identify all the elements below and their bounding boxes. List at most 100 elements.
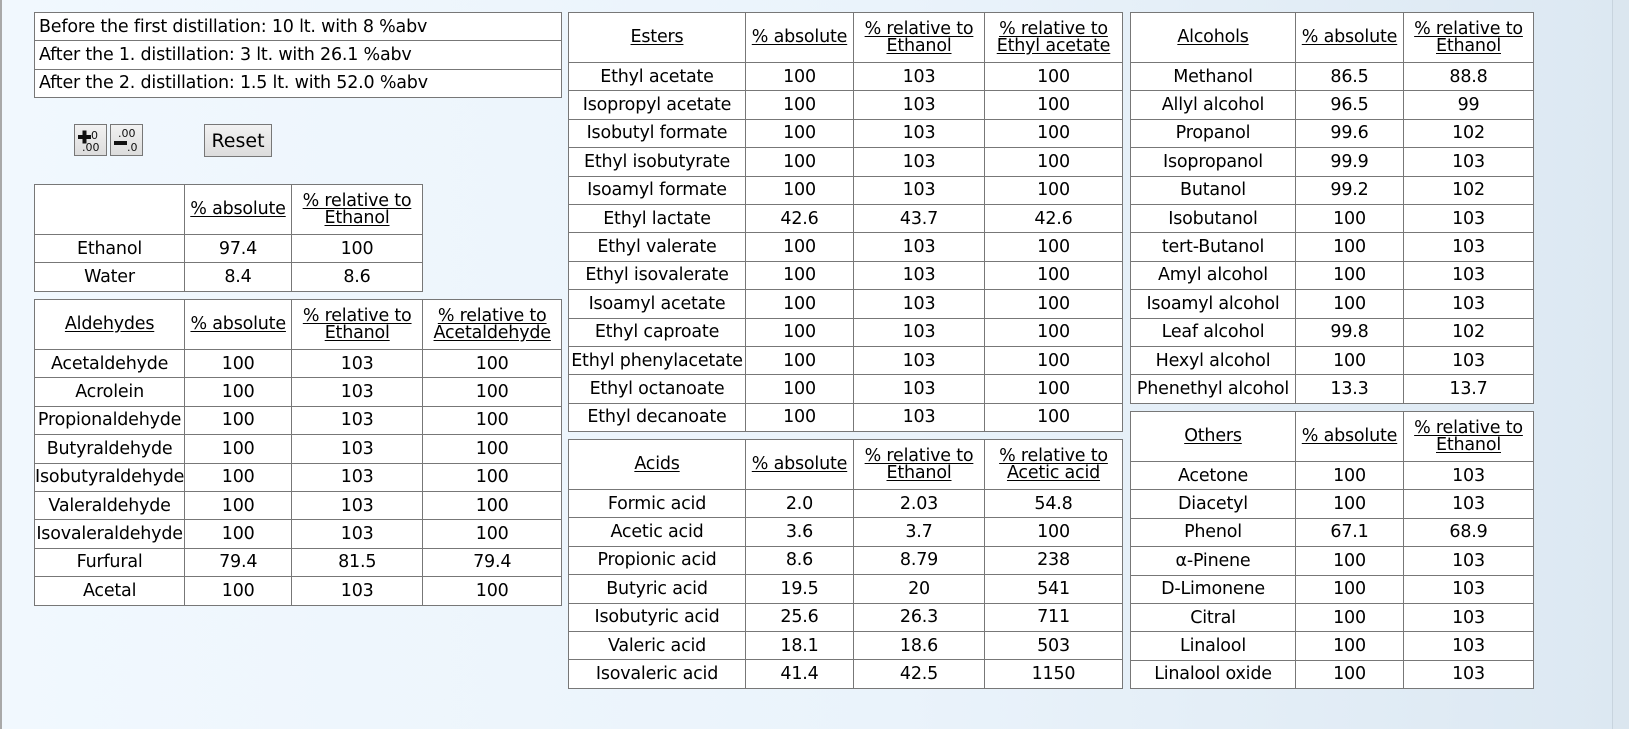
compound-name-cell: Acetal	[33, 576, 186, 606]
table-row: Phenol 67.1 68.9	[1130, 517, 1534, 548]
value-cell: 100	[984, 289, 1123, 319]
sort-absolute-header[interactable]: % absolute	[1295, 411, 1404, 462]
table-row: tert-Butanol 100 103	[1130, 232, 1534, 262]
compound-name-cell: Phenethyl alcohol	[1130, 374, 1296, 404]
table-row: Leaf alcohol 99.8 102	[1130, 317, 1534, 347]
info-row: After the 2. distillation: 1.5 lt. with …	[34, 68, 562, 99]
others-table: Others % absolute % relative to Ethanol A…	[1130, 411, 1534, 690]
value-cell: 711	[984, 602, 1123, 632]
header-row: Alcohols % absolute % relative to Ethanol	[1130, 12, 1534, 63]
sort-name-header[interactable]: Aldehydes	[33, 299, 186, 350]
value-cell: 100	[1295, 345, 1404, 376]
table-row: Ethyl valerate 100 103 100	[568, 232, 1123, 262]
compound-name-cell: Isobutanol	[1130, 203, 1296, 234]
value-cell: 81.5	[291, 547, 424, 578]
sort-name-header[interactable]: Alcohols	[1130, 12, 1296, 63]
sort-name-header[interactable]: Esters	[568, 12, 746, 63]
table-row: Linalool 100 103	[1130, 631, 1534, 661]
value-cell: 100	[184, 576, 293, 606]
compound-name-cell: Allyl alcohol	[1130, 90, 1296, 120]
value-cell: 100	[745, 118, 854, 149]
compound-name-cell: Ethyl caproate	[568, 317, 746, 347]
table-row: Isovaleraldehyde 100 103 100	[33, 519, 563, 549]
header-row: Esters % absolute % relative to Ethanol %…	[568, 12, 1123, 63]
window-right-edge	[1612, 0, 1629, 729]
table-row: Amyl alcohol 100 103	[1130, 260, 1534, 291]
table-row: Acetal 100 103 100	[33, 576, 563, 606]
compound-name-cell: Propionaldehyde	[33, 405, 186, 436]
increase-decimals-button[interactable]: 0 .00	[74, 124, 107, 156]
value-cell: 103	[1403, 460, 1534, 491]
sort-relative-ethanol-header[interactable]: % relative to Ethanol	[291, 184, 423, 235]
sort-relative-ethanol-header[interactable]: % relative to Ethanol	[291, 299, 424, 350]
sort-relative-ethanol-header[interactable]: % relative to Ethanol	[853, 439, 985, 490]
decrease-decimals-button[interactable]: .00 .0	[110, 124, 143, 156]
value-cell: 25.6	[745, 602, 854, 632]
aldehydes-table: Aldehydes % absolute % relative to Ethano…	[33, 299, 563, 606]
value-cell: 103	[853, 118, 985, 149]
value-cell: 100	[984, 345, 1123, 376]
header-row: Acids % absolute % relative to Ethanol % …	[568, 439, 1123, 490]
compound-name-cell: Valeraldehyde	[33, 490, 186, 521]
value-cell: 100	[422, 519, 563, 549]
value-cell: 100	[1295, 659, 1404, 690]
sort-relative-ethyl-acetate-header[interactable]: % relative to Ethyl acetate	[984, 12, 1123, 63]
sort-relative-ethanol-header[interactable]: % relative to Ethanol	[853, 12, 985, 63]
value-cell: 100	[984, 61, 1123, 92]
sort-absolute-header[interactable]: % absolute	[1295, 12, 1404, 63]
value-cell: 100	[1295, 260, 1404, 291]
sort-name-header[interactable]: Others	[1130, 411, 1296, 462]
sort-absolute-header[interactable]: % absolute	[745, 12, 854, 63]
value-cell: 103	[1403, 260, 1534, 291]
value-cell: 100	[422, 462, 563, 492]
value-cell: 541	[984, 574, 1123, 604]
value-cell: 100	[422, 377, 563, 407]
value-cell: 18.1	[745, 630, 854, 661]
value-cell: 100	[184, 377, 293, 407]
value-cell: 100	[422, 490, 563, 521]
sort-relative-acetic-acid-header[interactable]: % relative to Acetic acid	[984, 439, 1123, 490]
value-cell: 103	[1403, 489, 1534, 519]
compound-name-cell: Propanol	[1130, 118, 1296, 149]
value-cell: 8.6	[745, 545, 854, 576]
info-after-second: After the 2. distillation: 1.5 lt. with …	[34, 68, 562, 99]
value-cell: 100	[422, 576, 563, 606]
value-cell: 96.5	[1295, 90, 1404, 120]
sort-absolute-header[interactable]: % absolute	[184, 299, 293, 350]
sort-relative-ethanol-header[interactable]: % relative to Ethanol	[1403, 411, 1534, 462]
table-row: α-Pinene 100 103	[1130, 546, 1534, 576]
table-row: Isoamyl acetate 100 103 100	[568, 289, 1123, 319]
value-cell: 103	[853, 147, 985, 177]
sort-relative-ethanol-header[interactable]: % relative to Ethanol	[1403, 12, 1534, 63]
sort-absolute-header[interactable]: % absolute	[184, 184, 292, 235]
table-row: Ethyl caproate 100 103 100	[568, 317, 1123, 347]
compound-name-cell: Diacetyl	[1130, 489, 1296, 519]
compound-name-cell: Acrolein	[33, 377, 186, 407]
value-cell: 13.7	[1403, 374, 1534, 404]
value-cell: 103	[1403, 232, 1534, 262]
compound-name-cell: Ethyl isovalerate	[568, 260, 746, 291]
table-row: Butanol 99.2 102	[1130, 175, 1534, 205]
value-cell: 100	[291, 233, 423, 264]
sort-absolute-header[interactable]: % absolute	[745, 439, 854, 490]
value-cell: 100	[984, 175, 1123, 205]
compound-name-cell: Butanol	[1130, 175, 1296, 205]
value-cell: 103	[291, 576, 424, 606]
svg-text:.00: .00	[118, 127, 136, 140]
table-row: Ethyl decanoate 100 103 100	[568, 402, 1123, 433]
value-cell: 100	[984, 260, 1123, 291]
value-cell: 99.8	[1295, 317, 1404, 347]
sort-name-header[interactable]: Acids	[568, 439, 746, 490]
table-row: Ethanol 97.4 100	[34, 233, 423, 264]
value-cell: 100	[984, 374, 1123, 404]
sort-relative-acetaldehyde-header[interactable]: % relative to Acetaldehyde	[422, 299, 563, 350]
value-cell: 103	[853, 374, 985, 404]
reset-button[interactable]: Reset	[204, 124, 272, 157]
compound-name-cell: Acetaldehyde	[33, 348, 186, 379]
table-row: Acetic acid 3.6 3.7 100	[568, 517, 1123, 547]
table-row: Ethyl octanoate 100 103 100	[568, 374, 1123, 404]
value-cell: 20	[853, 574, 985, 604]
table-row: Ethyl phenylacetate 100 103 100	[568, 345, 1123, 376]
value-cell: 43.7	[853, 203, 985, 234]
table-row: Acetone 100 103	[1130, 460, 1534, 491]
